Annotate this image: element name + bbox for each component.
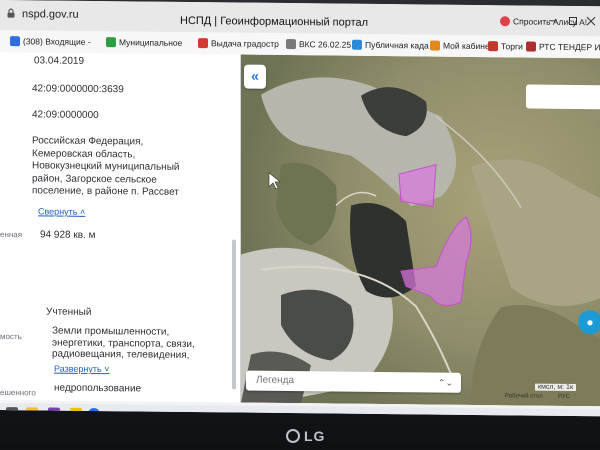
legend-label: Легенда [256,374,295,387]
legend-dropdown[interactable]: Легенда ⌃⌄ [246,370,461,393]
bookmark-label: РТС ТЕНДЕР ИМ [539,41,600,53]
chevron-updown-icon: ⌃⌄ [437,377,453,388]
expand-link[interactable]: Развернуть ˅ [54,364,110,375]
map-icon [352,39,362,50]
collapse-link[interactable]: Свернуть ˄ [38,206,85,216]
bookmark-rts[interactable]: РТС ТЕНДЕР ИМ [526,39,600,56]
bookmark-label: Публичная када [365,39,429,51]
bookmark-torgi[interactable]: Торги [488,38,523,54]
permitted-use-value: недропользование [54,382,142,395]
map-search-box[interactable] [526,84,600,110]
registration-date: 03.04.2019 [34,55,85,67]
app-icon[interactable] [48,407,60,417]
chevron-up-icon: ˄ [80,206,86,217]
rts-icon [526,41,536,52]
area-label: енная [0,230,23,240]
folder-icon[interactable] [26,407,38,417]
screen: nspd.gov.ru НСПД | Геоинформационный пор… [0,0,600,417]
collapse-panel-button[interactable]: « [244,64,266,89]
bookmark-label: Выдача градостр [211,38,279,49]
bookmark-municipal[interactable]: Муниципальное [106,34,182,51]
monitor-brand: LG [304,428,326,444]
area-value: 94 928 кв. м [40,229,96,241]
cadastral-quarter: 42:09:0000000 [32,109,99,122]
close-icon[interactable] [586,16,596,26]
address-bar[interactable]: nspd.gov.ru [22,8,79,21]
alice-icon [500,16,510,27]
bookmark-cabinet[interactable]: Мой кабинет [430,38,493,55]
chrome-icon[interactable] [70,407,82,417]
chat-icon[interactable]: ● [578,310,600,335]
monitor: nspd.gov.ru НСПД | Геоинформационный пор… [0,0,600,450]
bookmark-vks[interactable]: ВКС 26.02.25 [286,36,351,53]
address-line: поселение, в районе п. Рассвет [32,185,179,198]
tray-desktop-label[interactable]: Рабочий стол [505,393,543,399]
category-label: мость [0,332,22,342]
object-info-panel: 03.04.2019 42:09:0000000:3639 42:09:0000… [0,52,241,403]
bookmark-permits[interactable]: Выдача градостр [198,35,279,52]
bookmark-cadastral[interactable]: Публичная када [352,37,429,54]
lg-logo-icon [286,429,300,443]
expand-label: Развернуть [54,363,102,375]
lock-icon [7,8,15,18]
bookmark-label: (308) Входящие - [23,36,91,47]
panel-scrollbar[interactable] [232,239,236,390]
tray-language[interactable]: РУС [558,394,570,400]
municipal-icon [106,37,116,48]
video-icon [286,38,296,50]
user-icon [430,40,440,51]
category-line: радиовещания, телевидения, [52,348,190,361]
monitor-logo: LG [286,428,325,444]
bookmark-inbox[interactable]: (308) Входящие - [10,33,91,50]
cadastral-number: 42:09:0000000:3639 [32,83,124,96]
start-icon[interactable] [6,407,18,417]
map-scale: кмсл, м: 1к [535,383,577,392]
status-value: Учтенный [46,306,92,318]
land-category: Земли промышленности, энергетики, трансп… [52,326,241,362]
auction-icon [488,41,498,52]
ask-alice-button[interactable]: Спросить Алису А! [500,13,587,30]
flag-icon [198,38,208,49]
chevron-down-icon: ˅ [104,364,110,375]
bookmark-label: Муниципальное [119,37,183,48]
mail-icon [10,36,20,47]
bookmark-label: Мой кабинет [443,40,494,52]
bookmark-label: Торги [501,41,523,52]
alice-label: Спросить Алису А! [513,16,588,28]
satellite-map[interactable]: « Легенда ⌃⌄ ● кмсл, м: 1к [241,54,600,407]
collapse-label: Свернуть [38,206,78,217]
address-block: Российская Федерация, Кемеровская област… [32,135,222,199]
page-title: НСПД | Геоинформационный портал [180,14,369,29]
permitted-use-label: ешенного [0,388,36,398]
browser-icon[interactable] [88,407,100,417]
bookmark-label: ВКС 26.02.25 [299,39,352,50]
